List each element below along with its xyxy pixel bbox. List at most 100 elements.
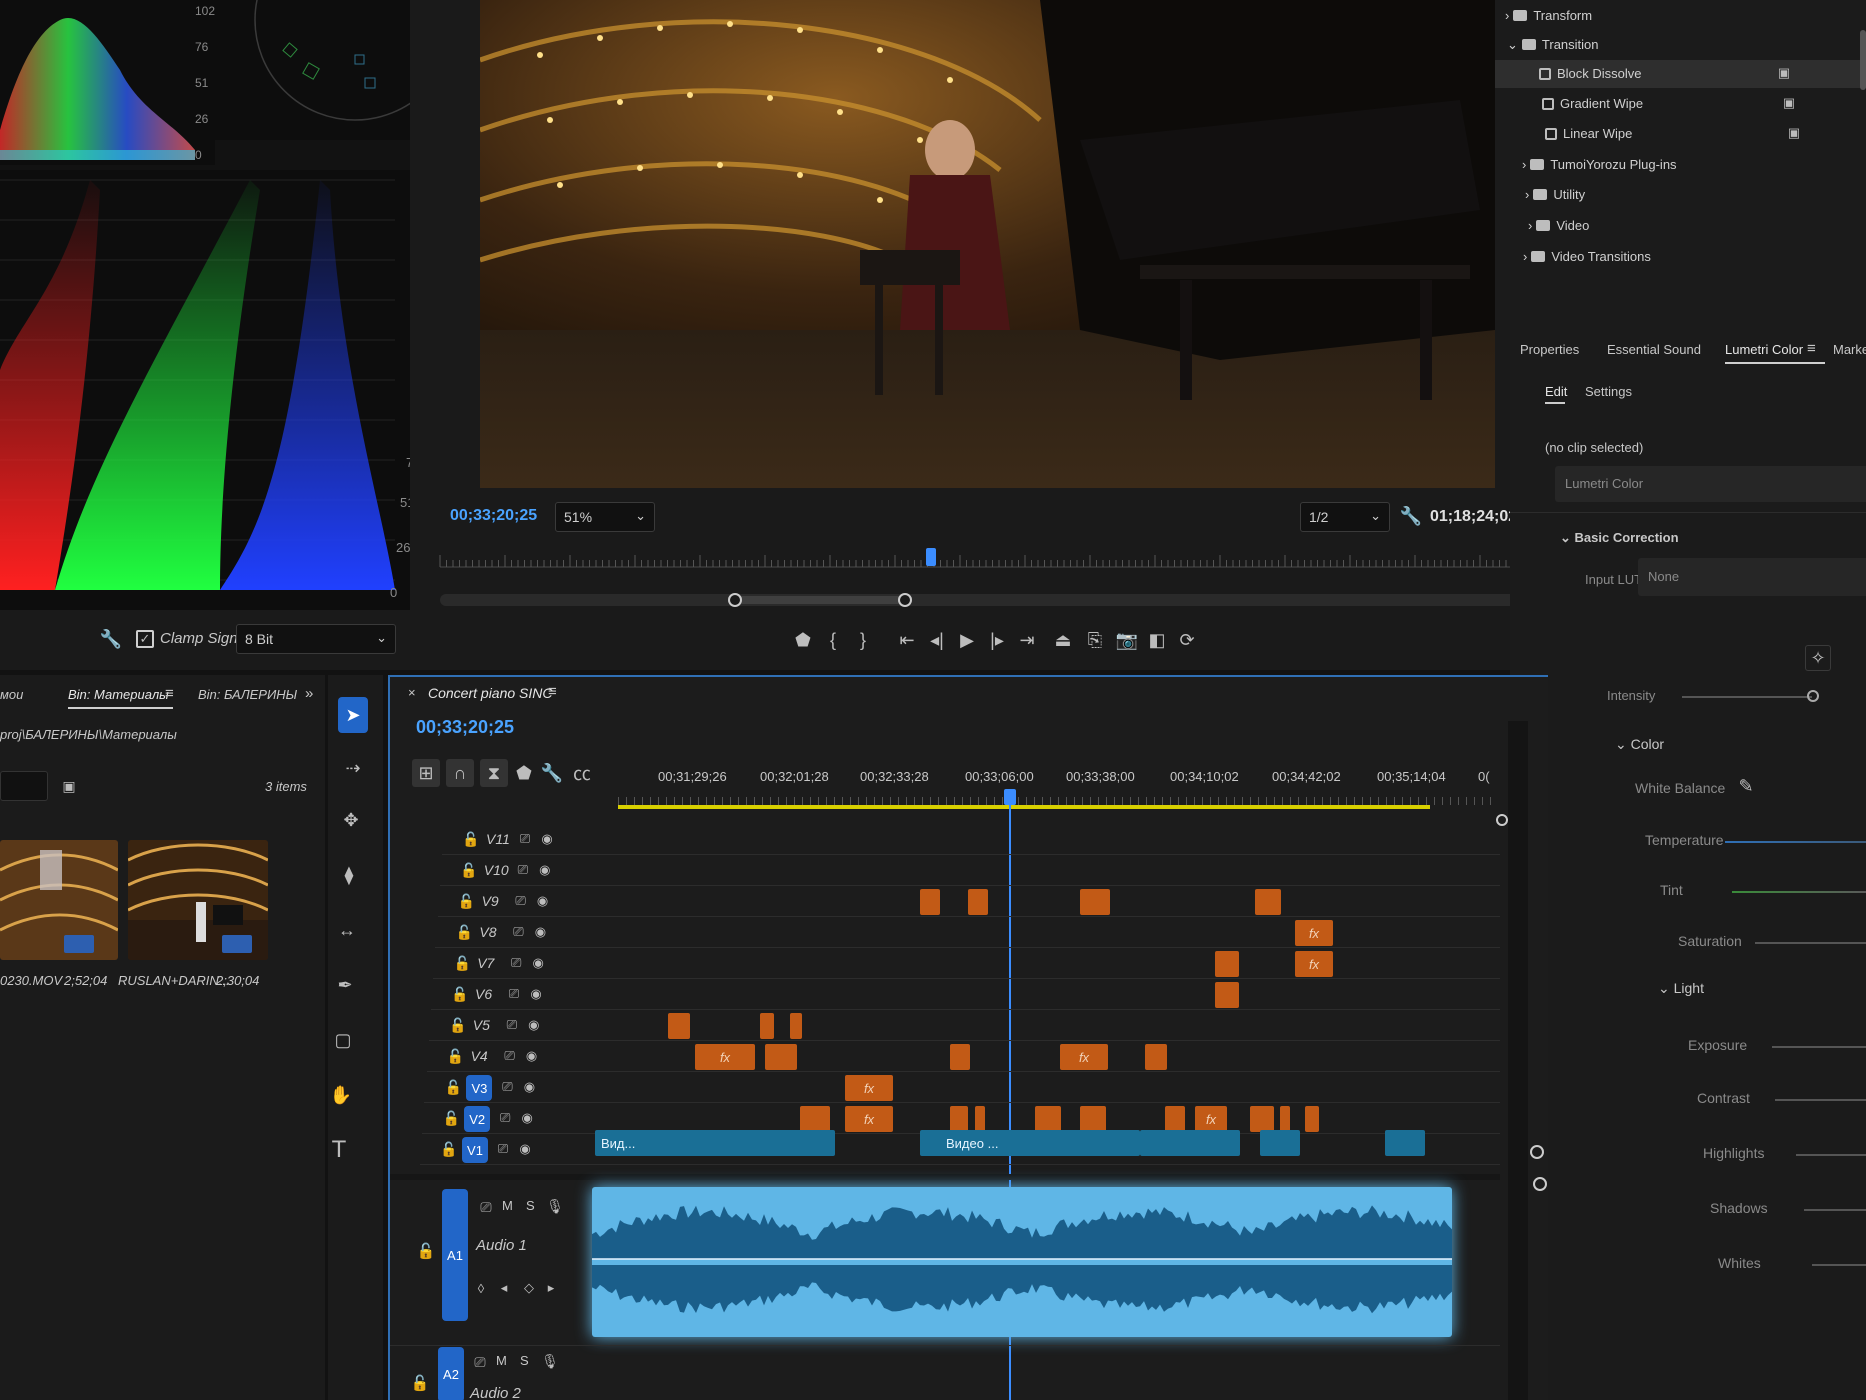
video-clip[interactable]: [790, 1013, 802, 1039]
wrench-icon[interactable]: 🔧: [100, 628, 122, 650]
lock-icon[interactable]: 🔓: [460, 860, 478, 880]
slip-tool-icon[interactable]: ↔: [332, 915, 362, 945]
video-clip[interactable]: fx: [695, 1044, 755, 1070]
video-clip[interactable]: fx: [845, 1106, 893, 1132]
subtab-settings[interactable]: Settings: [1585, 384, 1632, 399]
temperature-slider[interactable]: [1725, 841, 1866, 843]
tab-markers[interactable]: Marke: [1833, 342, 1866, 357]
mute-button[interactable]: M: [502, 1198, 513, 1213]
toggle-output-icon[interactable]: ⎚: [509, 922, 527, 942]
toggle-output-icon[interactable]: ⎚: [516, 829, 534, 849]
toggle-output-icon[interactable]: ⎚: [496, 1108, 514, 1128]
clamp-signal-checkbox[interactable]: ✓: [136, 630, 154, 648]
tree-item-linear-wipe[interactable]: Linear Wipe: [1541, 126, 1632, 141]
lock-icon[interactable]: 🔓: [449, 1015, 467, 1035]
step-forward-icon[interactable]: |▸: [984, 627, 1010, 653]
toggle-output-icon[interactable]: ⎚: [514, 860, 532, 880]
lock-icon[interactable]: 🔓: [455, 922, 473, 942]
zoom-handle-right[interactable]: [898, 593, 912, 607]
resolution-select[interactable]: 1/2 ⌄: [1300, 502, 1390, 532]
timeline-ruler[interactable]: [618, 797, 1498, 805]
intensity-slider[interactable]: [1682, 696, 1812, 698]
zoom-select[interactable]: 51% ⌄: [555, 502, 655, 532]
sync-lock-icon[interactable]: ⎚: [476, 1197, 496, 1217]
effects-scrollbar[interactable]: [1860, 30, 1866, 90]
tree-item-video[interactable]: › Video: [1528, 218, 1589, 233]
linked-selection-icon[interactable]: ⧗: [480, 759, 508, 787]
video-clip[interactable]: fx: [1295, 951, 1333, 977]
tree-item-transform[interactable]: › Transform: [1505, 8, 1592, 23]
eye-icon[interactable]: ◉: [529, 953, 547, 973]
saturation-slider[interactable]: [1755, 942, 1866, 944]
v1-clip[interactable]: [1260, 1130, 1300, 1156]
tree-item-block-dissolve[interactable]: Block Dissolve: [1535, 66, 1642, 81]
program-playhead[interactable]: [925, 548, 936, 566]
a1-source-patch[interactable]: A1: [442, 1189, 468, 1321]
scroll-handle[interactable]: [1530, 1145, 1544, 1159]
video-clip[interactable]: [765, 1044, 797, 1070]
zoom-handle-left[interactable]: [728, 593, 742, 607]
track-label-v2[interactable]: V2: [464, 1106, 491, 1132]
play-icon[interactable]: ▶: [954, 627, 980, 653]
tab-essential-sound[interactable]: Essential Sound: [1607, 342, 1701, 357]
v1-clip[interactable]: [1140, 1130, 1240, 1156]
exposure-slider[interactable]: [1772, 1046, 1866, 1048]
toggle-output-icon[interactable]: ⎚: [494, 1139, 512, 1159]
solo-button[interactable]: S: [526, 1198, 535, 1213]
toggle-output-icon[interactable]: ⎚: [498, 1077, 516, 1097]
tab-bin-ballerinas[interactable]: Bin: БАЛЕРИНЫ: [198, 687, 297, 702]
video-clip[interactable]: [950, 1106, 968, 1132]
video-audio-divider[interactable]: [390, 1174, 1500, 1180]
add-marker-icon[interactable]: ⬟: [790, 627, 816, 653]
sync-lock-icon[interactable]: ⎚: [470, 1352, 490, 1372]
nest-icon[interactable]: ⊞: [412, 759, 440, 787]
video-clip[interactable]: [968, 889, 988, 915]
toggle-output-icon[interactable]: ⎚: [501, 1046, 519, 1066]
video-clip[interactable]: [1080, 1106, 1106, 1132]
video-clip[interactable]: [1145, 1044, 1167, 1070]
lock-icon[interactable]: 🔓: [442, 1108, 460, 1128]
lift-icon[interactable]: ⏏: [1050, 627, 1076, 653]
tree-item-utility[interactable]: › Utility: [1525, 187, 1585, 202]
eye-icon[interactable]: ◉: [518, 1108, 536, 1128]
intensity-slider-handle[interactable]: [1807, 690, 1819, 702]
lock-icon[interactable]: 🔓: [462, 829, 480, 849]
wrench-icon[interactable]: 🔧: [540, 761, 564, 785]
scroll-handle[interactable]: [1533, 1177, 1547, 1191]
video-clip[interactable]: [1215, 982, 1239, 1008]
video-clip[interactable]: [1035, 1106, 1061, 1132]
type-tool-icon[interactable]: T: [328, 1135, 354, 1165]
eye-icon[interactable]: ◉: [520, 1077, 538, 1097]
video-clip[interactable]: fx: [1060, 1044, 1108, 1070]
subtab-edit[interactable]: Edit: [1545, 384, 1567, 399]
shadows-slider[interactable]: [1804, 1209, 1866, 1211]
camera-icon[interactable]: 📷: [1114, 627, 1140, 653]
bit-depth-select[interactable]: 8 Bit ⌄: [236, 624, 396, 654]
eye-icon[interactable]: ◉: [523, 1046, 541, 1066]
effect-select[interactable]: Lumetri Color: [1555, 466, 1866, 502]
hand-tool-icon[interactable]: ✋: [328, 1080, 356, 1110]
rectangle-tool-icon[interactable]: ▢: [328, 1025, 358, 1055]
project-search-input[interactable]: [0, 771, 48, 801]
video-clip[interactable]: [1080, 889, 1110, 915]
program-timecode[interactable]: 00;33;20;25: [450, 507, 537, 525]
v1-clip[interactable]: [1385, 1130, 1425, 1156]
toggle-output-icon[interactable]: ⎚: [512, 891, 530, 911]
zoom-scroll-thumb[interactable]: [735, 596, 905, 604]
ripple-edit-tool-icon[interactable]: ✥: [336, 805, 366, 835]
auto-magic-wand-icon[interactable]: ✧: [1805, 645, 1831, 671]
tree-item-gradient-wipe[interactable]: Gradient Wipe: [1538, 96, 1643, 111]
eyedropper-icon[interactable]: ✎: [1735, 775, 1757, 797]
a2-source-patch[interactable]: A2: [438, 1347, 464, 1400]
contrast-slider[interactable]: [1775, 1099, 1866, 1101]
eye-icon[interactable]: ◉: [527, 984, 545, 1004]
vr-icon[interactable]: ⟳: [1174, 627, 1200, 653]
pen-tool-icon[interactable]: ✒: [330, 970, 360, 1000]
video-clip[interactable]: [1165, 1106, 1185, 1132]
video-clip[interactable]: [1280, 1106, 1290, 1132]
timeline-playhead-handle[interactable]: [1004, 789, 1016, 805]
tree-item-video-transitions[interactable]: › Video Transitions: [1523, 249, 1651, 264]
track-label-v1[interactable]: V1: [462, 1137, 488, 1163]
video-clip[interactable]: [975, 1106, 985, 1132]
input-lut-select[interactable]: None: [1638, 558, 1866, 596]
